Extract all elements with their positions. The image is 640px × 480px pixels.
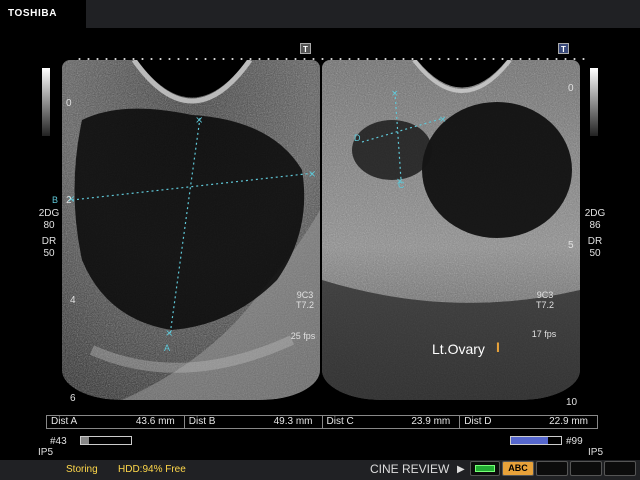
left-mode-label: 2DG [38, 208, 60, 219]
measurement-cell: Dist C 23.9 mm [323, 416, 461, 428]
right-probe-info: 9C3 T7.2 [530, 290, 560, 310]
cine-review-label: CINE REVIEW [370, 462, 450, 476]
status-button-3[interactable] [536, 461, 568, 476]
svg-text:×: × [165, 328, 173, 339]
right-ip-label: IP5 [588, 447, 604, 458]
left-cine-frame: #43 [50, 436, 67, 447]
measurement-cell: Dist A 43.6 mm [47, 416, 185, 428]
right-measure-letter-d: D [354, 133, 361, 143]
text-cursor-icon: I [496, 339, 500, 355]
hdd-status: HDD:94% Free [118, 464, 186, 475]
measurement-cell: Dist B 49.3 mm [185, 416, 323, 428]
right-dr-label: DR [587, 236, 603, 247]
right-probe-name: 9C3 [536, 290, 554, 300]
measurement-name: Dist C [326, 416, 354, 427]
measurement-name: Dist B [188, 416, 216, 427]
left-depth-2: 2 [66, 195, 72, 206]
measurement-cell: Dist D 22.9 mm [460, 416, 597, 428]
svg-text:×: × [391, 89, 399, 99]
measurement-value: 23.9 mm [411, 416, 451, 427]
left-measure-letter-b: B [52, 195, 59, 205]
status-button-5[interactable] [604, 461, 636, 476]
right-gain-value: 86 [589, 220, 601, 231]
left-depth-6: 6 [70, 393, 76, 404]
left-depth-0: 0 [66, 98, 72, 109]
status-button-4[interactable] [570, 461, 602, 476]
measurement-name: Dist A [51, 416, 78, 427]
measurement-value: 49.3 mm [273, 416, 313, 427]
left-gain-value: 80 [43, 220, 55, 231]
right-depth-0: 0 [568, 83, 574, 94]
left-params: 2DG 80 DR 50 [34, 208, 64, 260]
right-cine-frame: #99 [566, 436, 583, 447]
left-probe-name: 9C3 [296, 290, 314, 300]
right-cine-fill [511, 437, 548, 444]
left-grayscale-bar [42, 68, 50, 136]
right-mode-label: 2DG [584, 208, 606, 219]
top-bar [0, 0, 640, 28]
left-fps: 25 fps [290, 331, 316, 341]
left-ip-label: IP5 [38, 447, 54, 458]
left-ultrasound-image[interactable]: × × × × [62, 60, 320, 400]
annotation-text[interactable]: Lt.Ovary [432, 341, 485, 357]
measurement-value: 22.9 mm [549, 416, 588, 427]
right-probe-freq: T7.2 [535, 300, 554, 310]
left-probe-freq: T7.2 [295, 300, 314, 310]
play-icon[interactable]: ▶ [457, 464, 465, 475]
left-dr-label: DR [41, 236, 57, 247]
right-grayscale-bar [590, 68, 598, 136]
left-depth-4: 4 [70, 295, 76, 306]
right-measure-letter-c: C [398, 180, 405, 190]
right-image-marker[interactable]: T [558, 43, 569, 54]
svg-text:×: × [195, 115, 203, 126]
right-fps: 17 fps [531, 329, 557, 339]
svg-text:×: × [308, 169, 316, 180]
right-depth-5: 5 [568, 240, 574, 251]
storing-status: Storing [66, 464, 98, 475]
abc-annotation-button[interactable]: ABC [502, 461, 534, 476]
left-cine-fill [81, 437, 89, 444]
right-dr-value: 50 [589, 248, 601, 259]
measurement-name: Dist D [464, 416, 492, 427]
film-strip-icon [475, 465, 495, 472]
brand-logo: TOSHIBA [8, 8, 58, 19]
left-probe-info: 9C3 T7.2 [290, 290, 320, 310]
left-image-marker[interactable]: T [300, 43, 311, 54]
right-params: 2DG 86 DR 50 [580, 208, 610, 260]
left-measure-letter-a: A [164, 343, 171, 353]
left-dr-value: 50 [43, 248, 55, 259]
svg-text:×: × [439, 115, 447, 125]
measurement-value: 43.6 mm [135, 416, 175, 427]
right-depth-10: 10 [566, 397, 578, 408]
measurement-table: Dist A 43.6 mm Dist B 49.3 mm Dist C 23.… [46, 415, 598, 429]
